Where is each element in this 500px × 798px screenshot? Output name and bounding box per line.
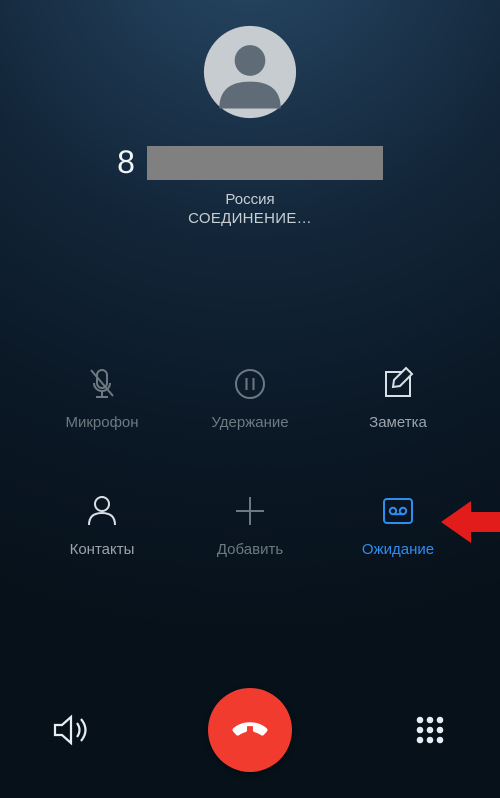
action-grid: Микрофон Удержание Заметка Конта — [0, 364, 500, 558]
call-info: 8 Россия СОЕДИНЕНИЕ… — [0, 24, 500, 227]
number-prefix: 8 — [117, 144, 135, 181]
recorder-icon — [378, 491, 418, 531]
mute-button[interactable]: Микрофон — [28, 364, 176, 431]
phone-number-row: 8 — [0, 144, 500, 181]
add-call-label: Добавить — [217, 541, 283, 558]
speaker-button[interactable] — [48, 708, 92, 752]
annotation-arrow — [441, 499, 500, 545]
call-status: СОЕДИНЕНИЕ… — [0, 210, 500, 227]
microphone-off-icon — [82, 364, 122, 404]
call-waiting-label: Ожидание — [362, 541, 434, 558]
speaker-icon — [48, 708, 92, 752]
pause-circle-icon — [230, 364, 270, 404]
note-label: Заметка — [369, 414, 427, 431]
plus-icon — [230, 491, 270, 531]
contacts-label: Контакты — [70, 541, 135, 558]
note-edit-icon — [378, 364, 418, 404]
arrow-left-icon — [441, 499, 500, 545]
contacts-button[interactable]: Контакты — [28, 491, 176, 558]
note-button[interactable]: Заметка — [324, 364, 472, 431]
dialpad-icon — [408, 708, 452, 752]
end-call-button[interactable] — [208, 688, 292, 772]
contact-icon — [82, 491, 122, 531]
phone-hangup-icon — [229, 707, 271, 754]
number-redacted — [147, 146, 383, 180]
mute-label: Микрофон — [65, 414, 138, 431]
add-call-button[interactable]: Добавить — [176, 491, 324, 558]
hold-label: Удержание — [211, 414, 288, 431]
country-label: Россия — [0, 191, 500, 208]
hold-button[interactable]: Удержание — [176, 364, 324, 431]
bottom-bar — [0, 688, 500, 772]
avatar — [202, 24, 298, 120]
dialpad-button[interactable] — [408, 708, 452, 752]
